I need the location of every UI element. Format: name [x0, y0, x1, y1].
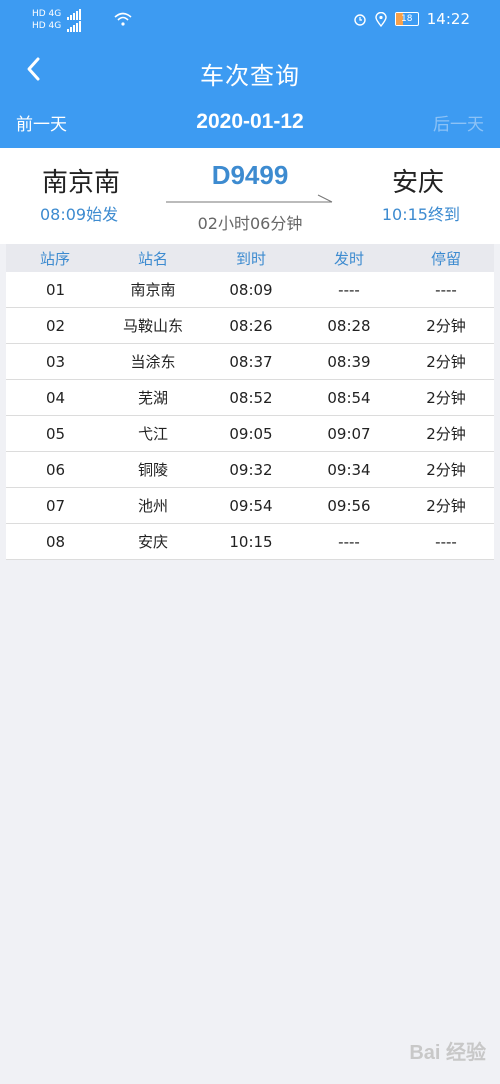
- stop-stay: 2分钟: [426, 461, 466, 479]
- clock: 14:22: [426, 10, 470, 28]
- stop-arrive: 08:52: [229, 388, 273, 407]
- next-day-button[interactable]: 后一天: [433, 110, 484, 135]
- stop-depart: 08:39: [327, 352, 371, 371]
- stop-arrive: 08:37: [229, 352, 273, 371]
- stop-arrive: 08:09: [229, 280, 273, 299]
- stop-arrive: 10:15: [229, 532, 273, 551]
- header-stay: 停留: [430, 249, 461, 268]
- stops-table: 站序 站名 到时 发时 停留 01 南京南 08:09 ---- ---- 02 马鞍山东 0…: [6, 244, 494, 560]
- status-bar: HD 4G HD 4G 18 14:22: [0, 0, 500, 40]
- stop-depart: 09:07: [327, 424, 371, 443]
- network-label-2: HD 4G: [32, 20, 62, 31]
- app-header: HD 4G HD 4G 18 14:22 车次查询 前一天 2020-01-12…: [0, 0, 500, 148]
- arrival-time: 10:15终到: [381, 205, 460, 224]
- table-row[interactable]: 06 铜陵 09:32 09:34 2分钟: [6, 452, 494, 488]
- stop-stay: 2分钟: [426, 389, 466, 407]
- table-row[interactable]: 08 安庆 10:15 ---- ----: [6, 524, 494, 560]
- stop-depart: 08:28: [327, 316, 371, 335]
- status-right: 18 14:22: [353, 10, 470, 28]
- stop-arrive: 09:54: [229, 496, 273, 515]
- signal-icon: [67, 8, 82, 20]
- stop-arrive: 09:32: [229, 460, 273, 479]
- stop-stay: 2分钟: [426, 425, 466, 443]
- signal-indicators: HD 4G HD 4G: [32, 8, 82, 32]
- stop-depart: ----: [338, 280, 360, 299]
- header-depart: 发时: [333, 249, 364, 268]
- network-label-1: HD 4G: [32, 8, 62, 19]
- stop-station: 南京南: [130, 281, 176, 299]
- train-summary-card: 南京南 08:09始发 D9499 02小时06分钟 安庆 10:15终到: [0, 148, 500, 244]
- stop-seq: 07: [46, 496, 66, 515]
- battery-level: 18: [401, 14, 413, 24]
- title-bar: 车次查询: [0, 48, 500, 94]
- stop-seq: 05: [46, 424, 66, 443]
- stop-station: 当涂东: [130, 353, 176, 371]
- stop-seq: 08: [46, 532, 66, 551]
- stop-stay: 2分钟: [426, 317, 466, 335]
- table-row[interactable]: 05 弋江 09:05 09:07 2分钟: [6, 416, 494, 452]
- battery-icon: 18: [394, 12, 419, 26]
- stop-seq: 06: [46, 460, 66, 479]
- stop-depart: 09:34: [327, 460, 371, 479]
- table-row[interactable]: 02 马鞍山东 08:26 08:28 2分钟: [6, 308, 494, 344]
- arrival-station: 安庆: [391, 168, 444, 198]
- stop-depart: ----: [338, 532, 360, 551]
- table-row[interactable]: 03 当涂东 08:37 08:39 2分钟: [6, 344, 494, 380]
- stop-stay: 2分钟: [426, 497, 466, 515]
- stop-depart: 08:54: [327, 388, 371, 407]
- stop-stay: ----: [435, 280, 457, 299]
- stop-station: 铜陵: [137, 461, 168, 479]
- table-row[interactable]: 07 池州 09:54 09:56 2分钟: [6, 488, 494, 524]
- current-date: 2020-01-12: [196, 110, 304, 133]
- stop-depart: 09:56: [327, 496, 371, 515]
- stop-station: 弋江: [137, 425, 168, 443]
- stop-station: 安庆: [137, 533, 168, 551]
- stop-station: 池州: [137, 497, 168, 515]
- stop-station: 马鞍山东: [122, 317, 183, 335]
- signal-icon: [67, 20, 82, 32]
- header-station: 站名: [137, 249, 168, 268]
- header-seq: 站序: [39, 249, 70, 268]
- alarm-icon: [354, 14, 366, 26]
- stop-seq: 01: [46, 280, 66, 299]
- table-header: 站序 站名 到时 发时 停留: [6, 244, 494, 272]
- page-title: 车次查询: [200, 62, 300, 90]
- wifi-icon: [114, 12, 132, 26]
- baidu-watermark: Bai 经验: [409, 1042, 486, 1064]
- stop-arrive: 08:26: [229, 316, 273, 335]
- table-body: 01 南京南 08:09 ---- ---- 02 马鞍山东 08:26 08:28 2分钟 03 当…: [6, 272, 494, 560]
- stop-seq: 02: [46, 316, 66, 335]
- header-arrive: 到时: [235, 249, 266, 268]
- arrow-right-icon: [166, 194, 333, 203]
- table-row[interactable]: 04 芜湖 08:52 08:54 2分钟: [6, 380, 494, 416]
- stop-arrive: 09:05: [229, 424, 273, 443]
- stop-station: 芜湖: [137, 389, 168, 407]
- stop-stay: 2分钟: [426, 353, 466, 371]
- stop-seq: 03: [46, 352, 66, 371]
- table-row[interactable]: 01 南京南 08:09 ---- ----: [6, 272, 494, 308]
- stop-seq: 04: [46, 388, 66, 407]
- location-icon: [375, 11, 387, 27]
- date-bar: 前一天 2020-01-12 后一天: [0, 106, 500, 142]
- stop-stay: ----: [435, 532, 457, 551]
